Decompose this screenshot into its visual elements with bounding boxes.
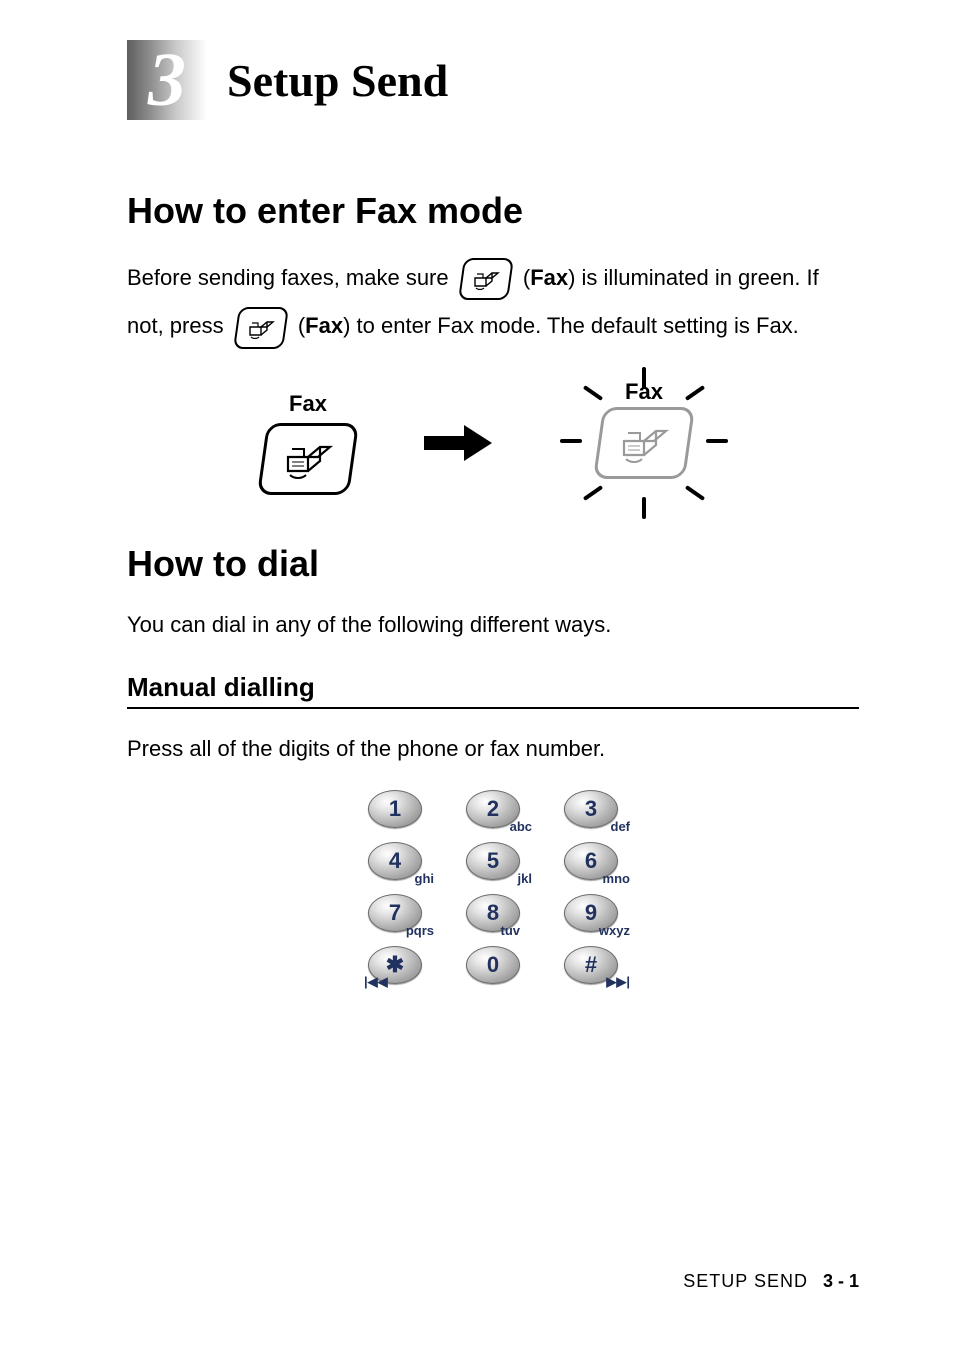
key-digit: 1: [389, 796, 401, 822]
key-digit: #: [585, 952, 597, 978]
subsection-heading-manual: Manual dialling: [127, 672, 859, 703]
key-digit: 7: [389, 900, 401, 926]
key-5: 5jkl: [456, 842, 530, 880]
chapter-header: 3 Setup Send: [127, 40, 859, 120]
key-digit: 2: [487, 796, 499, 822]
keypad-row: 1 2abc 3def: [353, 790, 633, 828]
key-sublabel: ghi: [415, 871, 435, 886]
footer-section: SETUP SEND: [683, 1271, 808, 1291]
key-1: 1: [358, 790, 432, 828]
section-heading-fax-mode: How to enter Fax mode: [127, 190, 859, 232]
key-sublabel: wxyz: [599, 923, 630, 938]
fax-icon: [233, 307, 289, 349]
diagram-before: Fax: [262, 391, 354, 495]
keypad: 1 2abc 3def 4ghi 5jkl 6mno 7pqrs 8tuv 9w…: [353, 790, 633, 984]
divider: [127, 707, 859, 709]
key-digit: 3: [585, 796, 597, 822]
text-segment: Before sending faxes, make sure: [127, 265, 455, 290]
key-digit: 6: [585, 848, 597, 874]
key-2: 2abc: [456, 790, 530, 828]
keypad-row: 7pqrs 8tuv 9wxyz: [353, 894, 633, 932]
fax-bold: Fax: [305, 313, 343, 338]
fax-button-lit: Fax: [564, 373, 724, 513]
fax-button-icon-lit: [593, 407, 695, 479]
key-hash: #▶▶|: [554, 946, 628, 984]
fax-mode-paragraph: Before sending faxes, make sure (Fax) is…: [127, 254, 859, 351]
key-sublabel: abc: [510, 819, 532, 834]
key-9: 9wxyz: [554, 894, 628, 932]
diagram-label-left: Fax: [289, 391, 327, 417]
key-sublabel: def: [611, 819, 631, 834]
key-sublabel: jkl: [518, 871, 532, 886]
skip-forward-icon: ▶▶|: [606, 974, 630, 990]
fax-bold: Fax: [530, 265, 568, 290]
key-digit: 5: [487, 848, 499, 874]
key-digit: 8: [487, 900, 499, 926]
chapter-badge: 3: [127, 40, 207, 120]
dial-intro-text: You can dial in any of the following dif…: [127, 607, 859, 642]
page-footer: SETUP SEND 3 - 1: [683, 1271, 859, 1292]
key-digit: 4: [389, 848, 401, 874]
manual-dial-text: Press all of the digits of the phone or …: [127, 731, 859, 766]
diagram-after: Fax: [564, 373, 724, 513]
key-6: 6mno: [554, 842, 628, 880]
key-digit: ✱: [386, 952, 404, 978]
arrow-right-icon: [424, 431, 494, 455]
key-digit: 9: [585, 900, 597, 926]
key-sublabel: tuv: [501, 923, 521, 938]
chapter-title: Setup Send: [227, 54, 448, 107]
keypad-row: ✱|◀◀ 0 #▶▶|: [353, 946, 633, 984]
keypad-row: 4ghi 5jkl 6mno: [353, 842, 633, 880]
skip-back-icon: |◀◀: [364, 974, 388, 990]
key-sublabel: pqrs: [406, 923, 434, 938]
key-digit: 0: [487, 952, 499, 978]
key-0: 0: [456, 946, 530, 984]
chapter-number: 3: [148, 42, 186, 118]
key-7: 7pqrs: [358, 894, 432, 932]
fax-button-icon: [257, 423, 359, 495]
key-3: 3def: [554, 790, 628, 828]
key-8: 8tuv: [456, 894, 530, 932]
key-star: ✱|◀◀: [358, 946, 432, 984]
text-segment: ) to enter Fax mode. The default setting…: [343, 313, 799, 338]
fax-icon: [458, 258, 514, 300]
key-4: 4ghi: [358, 842, 432, 880]
fax-mode-diagram: Fax Fax: [127, 373, 859, 513]
footer-page-number: 3 - 1: [823, 1271, 859, 1291]
key-sublabel: mno: [603, 871, 630, 886]
section-heading-dial: How to dial: [127, 543, 859, 585]
